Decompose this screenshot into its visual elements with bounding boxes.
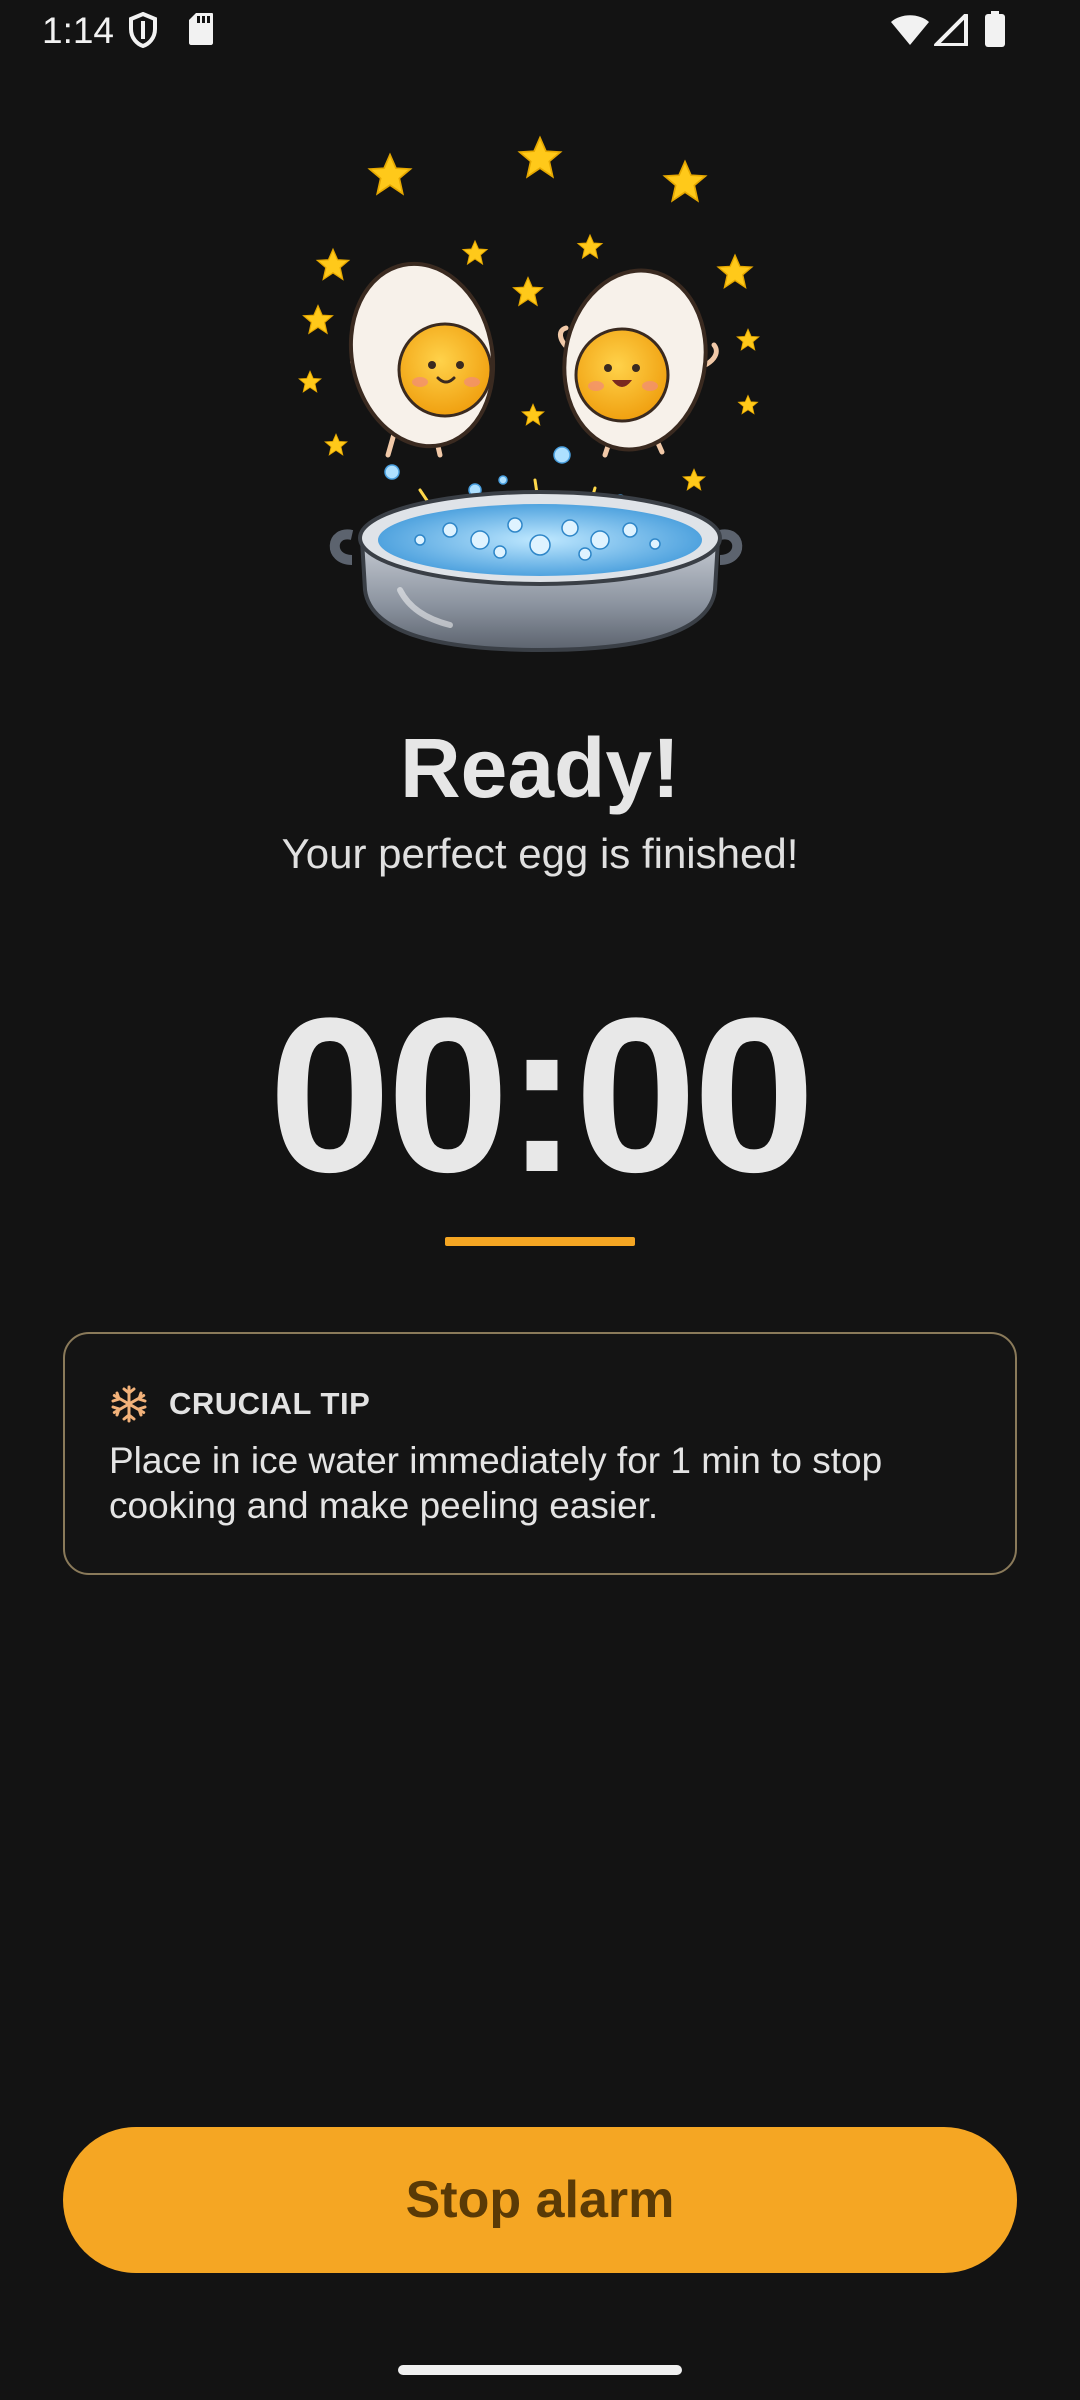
left-egg [348,261,496,458]
tip-text: Place in ice water immediately for 1 min… [109,1440,883,1526]
right-egg [558,268,719,458]
pot [329,490,743,653]
tip-card: CRUCIAL TIP Place in ice water immediate… [63,1332,1017,1575]
sd-card-icon [189,13,213,45]
snowflake-icon [111,1385,147,1423]
signal-icon [934,14,968,46]
stop-alarm-label: Stop alarm [405,2171,675,2229]
subtitle: Your perfect egg is finished! [281,830,799,877]
timer-underline [445,1237,635,1246]
status-bar: 1:14 [0,0,1080,64]
timer-display: 00:00 [268,972,816,1218]
shield-icon [129,12,157,48]
wifi-icon [891,15,929,45]
tip-label: CRUCIAL TIP [169,1386,371,1421]
tip-header: CRUCIAL TIP [109,1382,370,1426]
boiling-eggs-illustration [298,136,760,653]
status-time: 1:14 [42,10,115,51]
home-indicator[interactable] [398,2365,682,2375]
battery-icon [985,11,1005,47]
page-title: Ready! [399,721,681,815]
stop-alarm-button[interactable]: Stop alarm [63,2127,1017,2273]
alarm-screen: 1:14 Ready! Your perfect egg is finished… [0,0,1080,2400]
